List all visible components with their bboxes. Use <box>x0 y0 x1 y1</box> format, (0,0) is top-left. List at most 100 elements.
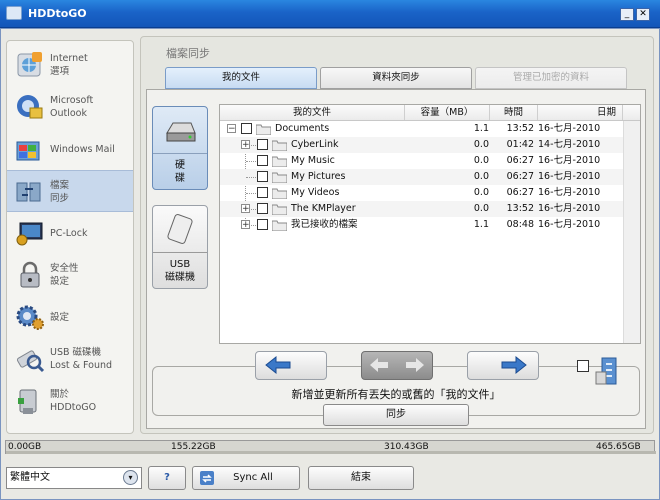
row-checkbox[interactable] <box>257 155 268 166</box>
sidebar-item-label: 檔案 同步 <box>50 180 70 204</box>
file-size: 1.1 <box>473 123 489 134</box>
tree-header: 我的文件 容量（MB） 時間 日期 <box>220 105 640 121</box>
usb-drive-button[interactable]: USB 磁碟機 <box>152 205 208 289</box>
sidebar-item-usb-lost-found[interactable]: USB 磁碟機 Lost & Found <box>7 338 133 380</box>
file-name: CyberLink <box>291 139 339 150</box>
sidebar-item-label: Windows Mail <box>50 144 115 155</box>
hard-disk-icon <box>163 113 199 149</box>
folder-icon <box>271 188 288 200</box>
vertical-scrollbar[interactable] <box>623 121 640 343</box>
language-select[interactable]: 繁體中文 ▾ <box>6 467 142 489</box>
file-tree[interactable]: 我的文件 容量（MB） 時間 日期 − Documents 1.1 13:52 … <box>219 104 641 344</box>
hard-disk-button[interactable]: 硬 碟 <box>152 106 208 190</box>
file-name: Documents <box>275 123 330 134</box>
table-row[interactable]: My Music 0.0 06:27 16-七月-2010 <box>220 153 623 169</box>
sidebar-item-label: PC-Lock <box>50 228 88 239</box>
sync-both-button[interactable] <box>361 351 433 380</box>
row-checkbox[interactable] <box>241 123 252 134</box>
arrow-left-icon <box>265 355 291 375</box>
window-title: HDDtoGO <box>28 7 87 20</box>
arrows-both-icon <box>370 358 424 372</box>
arrow-right-icon <box>501 355 527 375</box>
sync-icon <box>199 470 215 486</box>
table-row[interactable]: My Videos 0.0 06:27 16-七月-2010 <box>220 185 623 201</box>
chevron-down-icon[interactable]: ▾ <box>123 470 138 485</box>
row-checkbox[interactable] <box>257 139 268 150</box>
column-header-time[interactable]: 時間 <box>490 105 538 120</box>
sidebar-item-windows-mail[interactable]: Windows Mail <box>7 128 133 170</box>
table-row[interactable]: + The KMPlayer 0.0 13:52 16-七月-2010 <box>220 201 623 217</box>
sidebar-item-outlook[interactable]: Microsoft Outlook <box>7 86 133 128</box>
table-row[interactable]: − Documents 1.1 13:52 16-七月-2010 <box>220 121 623 137</box>
sync-all-button[interactable]: Sync All <box>192 466 300 490</box>
sidebar-item-label: 安全性 設定 <box>50 263 79 287</box>
sidebar-item-internet-options[interactable]: Internet 選項 <box>7 44 133 86</box>
file-name: My Videos <box>291 187 340 198</box>
folder-icon <box>271 172 288 184</box>
close-window-button[interactable]: ✕ <box>636 8 650 21</box>
minimize-button[interactable]: _ <box>620 8 634 21</box>
tab-manage-encrypted[interactable]: 管理已加密的資料 <box>475 67 627 89</box>
tab-my-documents[interactable]: 我的文件 <box>165 67 317 89</box>
settings-icon[interactable] <box>594 354 624 388</box>
file-date: 14-七月-2010 <box>538 139 601 150</box>
page-title: 檔案同步 <box>166 47 210 60</box>
row-checkbox[interactable] <box>257 171 268 182</box>
collapse-icon[interactable]: − <box>227 124 236 134</box>
file-time: 06:27 <box>506 171 534 182</box>
sidebar-item-security[interactable]: 安全性 設定 <box>7 254 133 296</box>
table-row[interactable]: + CyberLink 0.0 01:42 14-七月-2010 <box>220 137 623 153</box>
sync-to-pc-button[interactable] <box>467 351 539 380</box>
expand-icon[interactable]: + <box>241 204 250 214</box>
file-size: 0.0 <box>473 203 489 214</box>
file-name: My Pictures <box>291 171 346 182</box>
expand-icon[interactable]: + <box>241 140 250 150</box>
file-time: 06:27 <box>506 155 534 166</box>
folder-icon <box>271 156 288 168</box>
file-time: 01:42 <box>506 139 534 150</box>
row-checkbox[interactable] <box>257 187 268 198</box>
tab-folder-sync[interactable]: 資料夾同步 <box>320 67 472 89</box>
sidebar-item-label: Internet 選項 <box>50 53 88 77</box>
row-checkbox[interactable] <box>257 203 268 214</box>
usb-lost-found-icon <box>14 344 46 374</box>
usb-drive-label: USB 磁碟機 <box>165 259 195 283</box>
sidebar-item-about[interactable]: 關於 HDDtoGO <box>7 380 133 422</box>
file-date: 16-七月-2010 <box>538 219 601 230</box>
folder-icon <box>255 124 272 136</box>
usb-drive-icon <box>163 212 199 248</box>
file-name: The KMPlayer <box>291 203 356 214</box>
folder-icon <box>271 204 288 216</box>
sync-button[interactable]: 同步 <box>323 404 469 426</box>
option-checkbox[interactable] <box>577 360 589 372</box>
pc-lock-icon <box>14 218 46 248</box>
table-row[interactable]: My Pictures 0.0 06:27 16-七月-2010 <box>220 169 623 185</box>
exit-button[interactable]: 結束 <box>308 466 414 490</box>
file-name: My Music <box>291 155 335 166</box>
capacity-bar: 0.00GB 155.22GB 310.43GB 465.65GB <box>5 440 656 454</box>
column-header-date[interactable]: 日期 <box>538 105 623 120</box>
sidebar-item-label: 設定 <box>50 312 70 323</box>
help-button[interactable]: ? <box>148 466 186 490</box>
sidebar-item-file-sync[interactable]: 檔案 同步 <box>7 170 133 212</box>
file-size: 0.0 <box>473 155 489 166</box>
file-size: 1.1 <box>473 219 489 230</box>
title-bar: HDDtoGO _ ✕ <box>0 0 660 28</box>
sidebar-item-pc-lock[interactable]: PC-Lock <box>7 212 133 254</box>
sync-to-usb-button[interactable] <box>255 351 327 380</box>
column-header-size[interactable]: 容量（MB） <box>405 105 490 120</box>
sidebar: Internet 選項 Microsoft Outlook Windows Ma… <box>6 40 134 434</box>
expand-icon[interactable]: + <box>241 220 250 230</box>
file-sync-icon <box>14 177 46 207</box>
table-row[interactable]: + 我已接收的檔案 1.1 08:48 16-七月-2010 <box>220 217 623 233</box>
sidebar-item-settings[interactable]: 設定 <box>7 296 133 338</box>
sync-description: 新增並更新所有丟失的或舊的「我的文件」 <box>291 388 501 401</box>
file-time: 13:52 <box>506 123 534 134</box>
file-size: 0.0 <box>473 187 489 198</box>
globe-icon <box>14 50 46 80</box>
file-time: 13:52 <box>506 203 534 214</box>
column-header-name[interactable]: 我的文件 <box>220 105 405 120</box>
row-checkbox[interactable] <box>257 219 268 230</box>
folder-icon <box>271 140 288 152</box>
folder-icon <box>271 220 288 232</box>
